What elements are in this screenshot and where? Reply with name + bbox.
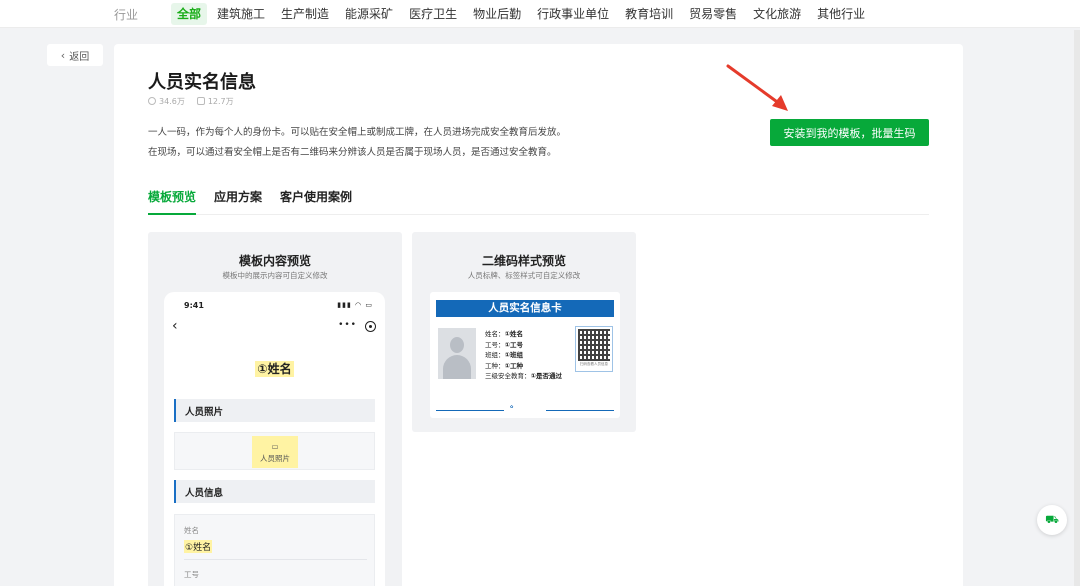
- template-stats: 34.6万 12.7万: [148, 96, 234, 107]
- customer-service-button[interactable]: ⛟: [1037, 505, 1067, 535]
- image-icon: ▭: [271, 442, 279, 451]
- id-card-title: 人员实名信息卡: [436, 300, 614, 317]
- section-photo: 人员照片: [174, 399, 375, 422]
- install-template-button[interactable]: 安装到我的模板，批量生码: [770, 119, 929, 146]
- category-other[interactable]: 其他行业: [811, 3, 871, 25]
- info-fields: 姓名 ①姓名 工号: [174, 514, 375, 586]
- person-avatar-icon: [438, 328, 476, 379]
- photo-placeholder: ▭ 人员照片: [252, 436, 298, 468]
- more-icon: •••: [338, 320, 357, 330]
- photo-field: ▭ 人员照片: [174, 432, 375, 470]
- copy-icon: [196, 97, 205, 105]
- page-title: 人员实名信息: [148, 72, 256, 93]
- field-label: 工号: [184, 570, 199, 579]
- id-card-preview: 人员实名信息卡 姓名：①姓名 工号：①工号 班组：①班组 工种：①工种 三级安全…: [430, 292, 620, 418]
- tab-customer-cases[interactable]: 客户使用案例: [280, 182, 352, 215]
- views-count: 34.6万: [148, 96, 185, 107]
- name-heading: ①姓名: [255, 361, 294, 377]
- uses-count: 12.7万: [196, 96, 234, 107]
- industry-bar: 行业 全部 建筑施工 生产制造 能源采矿 医疗卫生 物业后勤 行政事业单位 教育…: [0, 0, 1080, 28]
- logo-icon: ✿: [510, 404, 514, 409]
- record-icon: [365, 321, 376, 332]
- category-construction[interactable]: 建筑施工: [211, 3, 271, 25]
- status-time: 9:41: [184, 301, 204, 310]
- category-manufacturing[interactable]: 生产制造: [275, 3, 335, 25]
- signal-battery-icon: ▮▮▮ ◠ ▭: [337, 301, 373, 309]
- category-all[interactable]: 全部: [171, 3, 208, 25]
- divider: [436, 410, 504, 411]
- section-info: 人员信息: [174, 480, 375, 503]
- category-energy-mining[interactable]: 能源采矿: [339, 3, 399, 25]
- category-public-institution[interactable]: 行政事业单位: [531, 3, 615, 25]
- category-culture-tourism[interactable]: 文化旅游: [747, 3, 807, 25]
- content-preview-title: 模板内容预览: [238, 254, 311, 268]
- chat-icon: ⛟: [1045, 512, 1059, 526]
- back-label: 返回: [69, 51, 90, 63]
- category-property[interactable]: 物业后勤: [467, 3, 527, 25]
- qr-preview-title: 二维码样式预览: [481, 254, 566, 268]
- tab-application-plan[interactable]: 应用方案: [214, 182, 262, 215]
- eye-icon: [148, 97, 156, 105]
- divider: [546, 410, 614, 411]
- industry-label: 行业: [114, 8, 139, 22]
- divider: [184, 559, 367, 560]
- industry-categories: 全部 建筑施工 生产制造 能源采矿 医疗卫生 物业后勤 行政事业单位 教育培训 …: [171, 3, 875, 25]
- category-education[interactable]: 教育培训: [619, 3, 679, 25]
- category-healthcare[interactable]: 医疗卫生: [403, 3, 463, 25]
- scrollbar[interactable]: [1074, 30, 1080, 586]
- id-card-fields: 姓名：①姓名 工号：①工号 班组：①班组 工种：①工种 三级安全教育：①是否通过: [485, 330, 563, 380]
- qr-code-icon: 扫码查看人员信息: [575, 326, 613, 372]
- detail-tabs: 模板预览 应用方案 客户使用案例: [148, 182, 929, 215]
- phone-mockup: 9:41 ▮▮▮ ◠ ▭ ‹ ••• ①姓名 人员照片 ▭ 人员照片 人员信息 …: [164, 292, 385, 586]
- tab-template-preview[interactable]: 模板预览: [148, 182, 197, 215]
- content-preview-panel: 模板内容预览 模板中的展示内容可自定义修改 9:41 ▮▮▮ ◠ ▭ ‹ •••…: [148, 232, 402, 586]
- back-button[interactable]: ‹ 返回: [47, 44, 103, 66]
- qr-preview-subtitle: 人员标牌、标签样式可自定义修改: [467, 271, 581, 280]
- content-preview-subtitle: 模板中的展示内容可自定义修改: [222, 271, 328, 280]
- template-detail-card: 人员实名信息 34.6万 12.7万 一人一码，作为每个人的身份卡。可以贴在安全…: [114, 44, 963, 586]
- qr-style-preview-panel: 二维码样式预览 人员标牌、标签样式可自定义修改 人员实名信息卡 姓名：①姓名 工…: [412, 232, 636, 432]
- category-retail[interactable]: 贸易零售: [683, 3, 743, 25]
- template-description: 一人一码，作为每个人的身份卡。可以贴在安全帽上或制成工牌，在人员进场完成安全教育…: [148, 127, 567, 158]
- red-arrow-annotation: [726, 64, 788, 111]
- chevron-left-icon: ‹: [172, 318, 178, 334]
- chevron-left-icon: ‹: [60, 48, 66, 62]
- field-label: 姓名: [184, 526, 199, 535]
- field-value: ①姓名: [184, 540, 213, 553]
